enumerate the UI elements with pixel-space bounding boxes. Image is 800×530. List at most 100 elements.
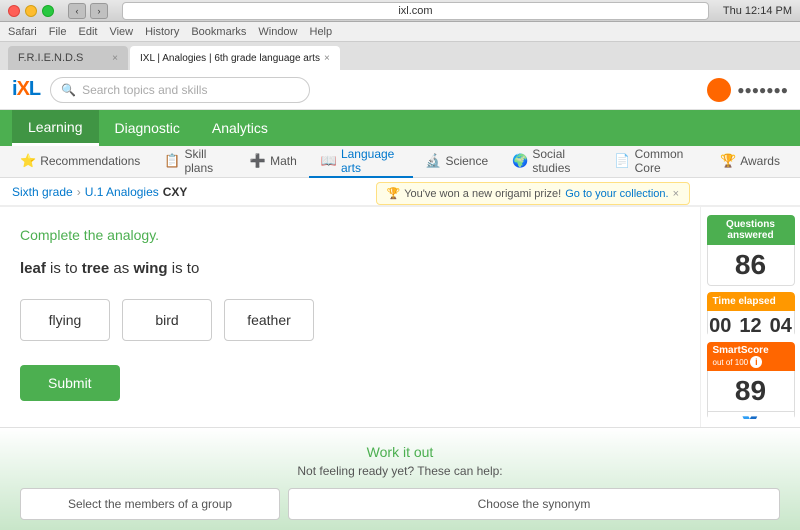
analogy-sentence: leaf is to tree as wing is to [20, 257, 680, 281]
titlebar-info: Thu 12:14 PM [723, 5, 792, 17]
ixl-logo[interactable]: iXL [12, 78, 40, 101]
tab-math[interactable]: ➕ Math [238, 146, 309, 178]
menu-window[interactable]: Window [258, 26, 297, 38]
nav-diagnostic[interactable]: Diagnostic [99, 110, 196, 146]
maximize-button[interactable] [42, 5, 54, 17]
tab-skill-plans[interactable]: 📋 Skill plans [152, 146, 238, 178]
science-icon: 🔬 [425, 153, 441, 169]
nav-learning[interactable]: Learning [12, 110, 99, 146]
prize-icon: 🏆 [387, 187, 401, 200]
as-connector: as [113, 260, 133, 277]
choice-bird[interactable]: bird [122, 299, 212, 341]
breadcrumb-arrow1: › [77, 185, 81, 199]
work-btn-synonym[interactable]: Choose the synonym [288, 488, 780, 520]
tab-common-core[interactable]: 📄 Common Core [602, 146, 708, 178]
instruction-text: Complete the analogy. [20, 227, 680, 243]
time-values: 00 12 04 [707, 311, 795, 336]
work-it-out-buttons: Select the members of a group Choose the… [20, 488, 780, 520]
tab-science[interactable]: 🔬 Science [413, 146, 500, 178]
questions-answered-box: Questions answered 86 [707, 215, 795, 286]
time-hr-value: 00 [709, 315, 731, 336]
is-to-2: is to [172, 260, 200, 277]
tab-awards-label: Awards [740, 154, 780, 168]
trophy-area: 🥇 [707, 412, 795, 419]
menu-file[interactable]: File [49, 26, 67, 38]
work-btn-group[interactable]: Select the members of a group [20, 488, 280, 520]
choice-flying[interactable]: flying [20, 299, 110, 341]
back-button[interactable]: ‹ [68, 3, 86, 19]
skill-plans-icon: 📋 [164, 153, 180, 169]
word2: tree [82, 260, 110, 277]
word-choices: flying bird feather [20, 299, 680, 341]
browser-menu: Safari File Edit View History Bookmarks … [0, 22, 800, 42]
trophy-icon: 🥇 [737, 416, 764, 419]
tab-friends[interactable]: F.R.I.E.N.D.S × [8, 46, 128, 70]
url-bar[interactable]: ixl.com [122, 2, 709, 20]
menu-safari[interactable]: Safari [8, 26, 37, 38]
tab-recommendations[interactable]: ⭐ Recommendations [8, 146, 152, 178]
search-icon: 🔍 [61, 83, 76, 97]
time-elapsed-box: Time elapsed 00 12 04 HR MIN SEC [707, 292, 795, 336]
minimize-button[interactable] [25, 5, 37, 17]
breadcrumb: Sixth grade › U.1 Analogies CXY 🏆 You've… [0, 178, 800, 206]
word1: leaf [20, 260, 46, 277]
questions-answered-value: 86 [707, 245, 795, 286]
menu-bookmarks[interactable]: Bookmarks [191, 26, 246, 38]
prize-text: You've won a new origami prize! [404, 188, 561, 200]
prize-banner: 🏆 You've won a new origami prize! Go to … [376, 182, 691, 205]
tab-social-studies[interactable]: 🌍 Social studies [500, 146, 602, 178]
prize-close-button[interactable]: × [673, 188, 679, 200]
breadcrumb-u1-analogies[interactable]: U.1 Analogies [85, 185, 159, 199]
is-to-1: is to [50, 260, 82, 277]
search-placeholder: Search topics and skills [82, 83, 207, 97]
search-box[interactable]: 🔍 Search topics and skills [50, 77, 310, 103]
menu-history[interactable]: History [145, 26, 179, 38]
menu-help[interactable]: Help [310, 26, 333, 38]
time-display: Thu 12:14 PM [723, 5, 792, 17]
word3: wing [133, 260, 167, 277]
recommendations-icon: ⭐ [20, 153, 36, 169]
breadcrumb-cxy: CXY [163, 185, 188, 199]
subject-tabs: ⭐ Recommendations 📋 Skill plans ➕ Math 📖… [0, 146, 800, 178]
tab-common-core-label: Common Core [635, 147, 696, 175]
tab-close-ixl[interactable]: × [324, 53, 330, 64]
avatar-area[interactable]: ●●●●●●● [707, 78, 788, 102]
breadcrumb-sixth-grade[interactable]: Sixth grade [12, 185, 73, 199]
tab-science-label: Science [445, 154, 488, 168]
stats-panel: Questions answered 86 Time elapsed 00 12… [700, 207, 800, 427]
tab-friends-label: F.R.I.E.N.D.S [18, 52, 83, 64]
tab-math-label: Math [270, 154, 297, 168]
browser-nav[interactable]: ‹ › [68, 3, 108, 19]
menu-view[interactable]: View [109, 26, 133, 38]
main-content: Complete the analogy. leaf is to tree as… [0, 207, 800, 427]
time-min-value: 12 [739, 315, 761, 336]
time-sec-value: 04 [770, 315, 792, 336]
header-right: ●●●●●●● [707, 78, 788, 102]
tab-language-arts[interactable]: 📖 Language arts [309, 146, 414, 178]
math-icon: ➕ [250, 153, 266, 169]
tab-awards[interactable]: 🏆 Awards [708, 146, 792, 178]
question-area: Complete the analogy. leaf is to tree as… [0, 207, 700, 427]
tab-close-friends[interactable]: × [112, 53, 118, 64]
tab-social-studies-label: Social studies [532, 147, 590, 175]
close-button[interactable] [8, 5, 20, 17]
prize-link[interactable]: Go to your collection. [565, 188, 668, 200]
forward-button[interactable]: › [90, 3, 108, 19]
work-it-out-section: Work it out Not feeling ready yet? These… [0, 427, 800, 530]
choice-feather[interactable]: feather [224, 299, 314, 341]
tab-skill-plans-label: Skill plans [184, 147, 225, 175]
ixl-header: iXL 🔍 Search topics and skills ●●●●●●● [0, 70, 800, 110]
info-icon[interactable]: i [750, 356, 762, 368]
username: ●●●●●●● [737, 83, 788, 97]
tab-ixl[interactable]: IXL | Analogies | 6th grade language art… [130, 46, 340, 70]
time-elapsed-header: Time elapsed [707, 292, 795, 311]
tab-ixl-label: IXL | Analogies | 6th grade language art… [140, 53, 320, 64]
submit-button[interactable]: Submit [20, 365, 120, 401]
window-controls[interactable] [8, 5, 54, 17]
menu-edit[interactable]: Edit [78, 26, 97, 38]
smart-score-value: 89 [707, 371, 795, 412]
nav-analytics[interactable]: Analytics [196, 110, 284, 146]
work-it-out-subtitle: Not feeling ready yet? These can help: [20, 464, 780, 478]
questions-answered-header: Questions answered [707, 215, 795, 245]
tab-recommendations-label: Recommendations [40, 154, 140, 168]
